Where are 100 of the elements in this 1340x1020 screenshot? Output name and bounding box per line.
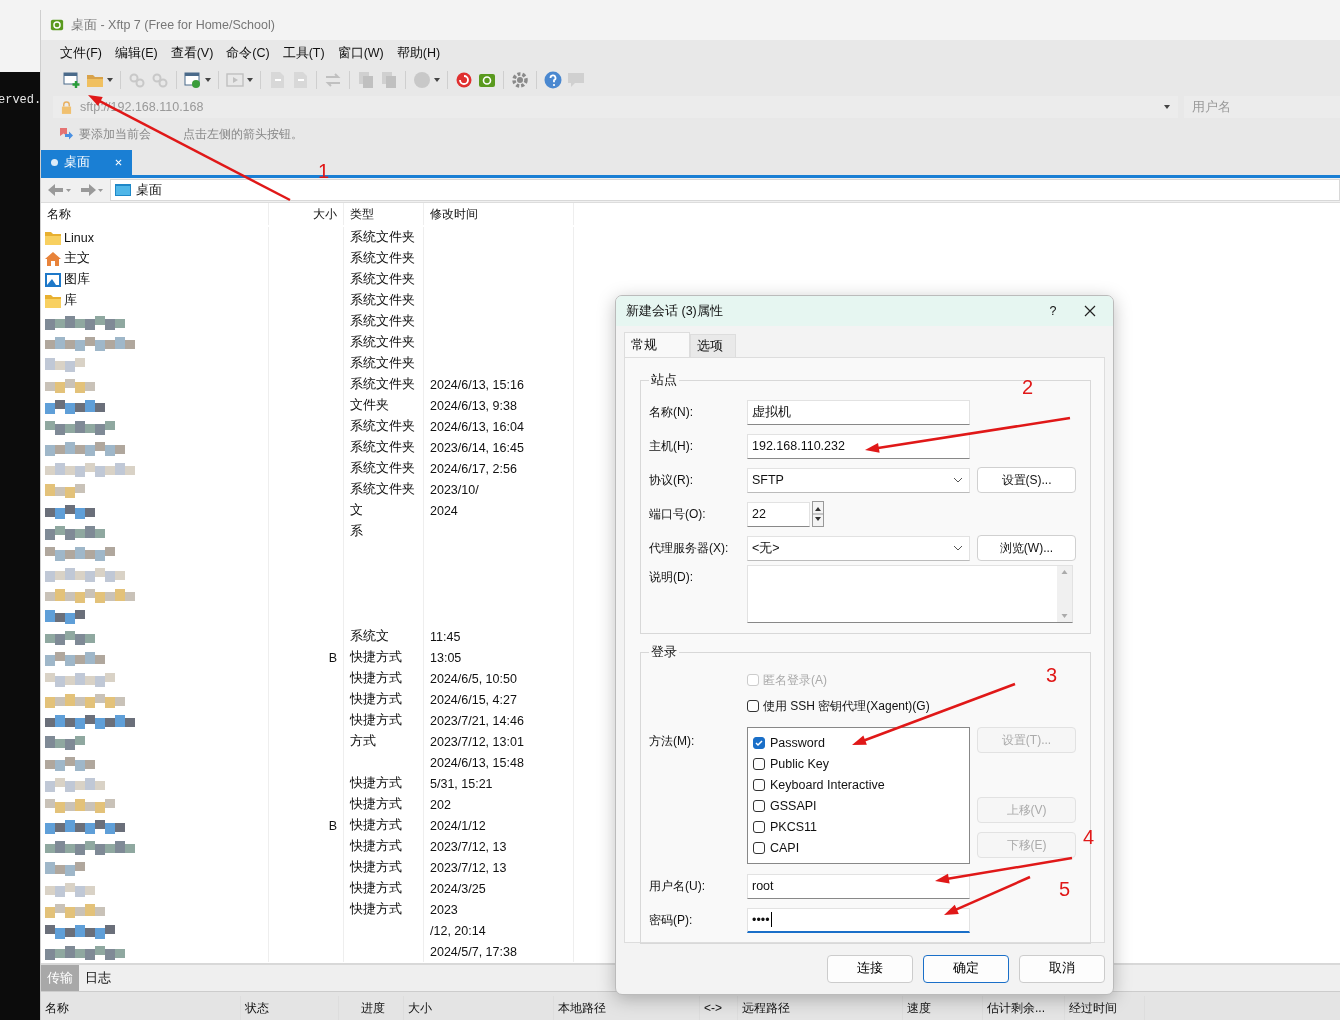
new-session-icon[interactable]: [63, 71, 81, 89]
panel-tab[interactable]: 日志: [79, 965, 117, 991]
field-label: 端口号(O):: [649, 505, 707, 523]
menu-item[interactable]: 命令(C): [226, 44, 270, 62]
checkbox[interactable]: [747, 700, 759, 712]
settings-icon[interactable]: [511, 71, 529, 89]
pixelated-name: [45, 628, 95, 645]
file-type: 快捷方式: [350, 691, 402, 708]
file-type: 系统文件夹: [350, 229, 415, 246]
column-header[interactable]: 类型: [344, 203, 424, 225]
file-type: 系统文件夹: [350, 292, 415, 309]
dialog-button[interactable]: 连接: [827, 954, 913, 983]
column-header[interactable]: <->: [700, 996, 738, 1020]
column-header[interactable]: 修改时间: [424, 203, 574, 225]
file-name: 主文: [64, 250, 90, 267]
description-field[interactable]: [747, 565, 1073, 623]
username-field[interactable]: root: [747, 873, 970, 899]
modified-date: 2023: [430, 902, 458, 917]
menu-item[interactable]: 查看(V): [170, 44, 214, 62]
file-type: 快捷方式: [350, 859, 402, 876]
chevron-icon[interactable]: [953, 477, 963, 483]
session-tab[interactable]: 桌面: [41, 150, 132, 175]
help-icon[interactable]: [544, 71, 562, 89]
column-header[interactable]: 大小: [404, 996, 554, 1020]
forward-icon[interactable]: [78, 183, 104, 197]
port-field[interactable]: 22: [747, 501, 810, 527]
chevron-icon[interactable]: [953, 545, 963, 551]
close-icon[interactable]: [1084, 305, 1096, 317]
caret-icon[interactable]: [107, 78, 113, 82]
caret-icon[interactable]: [205, 78, 211, 82]
file-type: 文件夹: [350, 397, 389, 414]
checkbox[interactable]: [753, 757, 765, 770]
file-type: 快捷方式: [350, 712, 402, 729]
desktop-icon: [115, 183, 131, 197]
column-header[interactable]: 估计剩余...: [983, 996, 1065, 1020]
file-type: 系统文件夹: [350, 271, 415, 288]
checkbox-label: Password: [770, 735, 825, 750]
modified-date: 2024: [430, 503, 458, 518]
help-button[interactable]: ?: [1030, 304, 1076, 318]
modified-date: 13:05: [430, 650, 462, 665]
dialog-button[interactable]: 浏览(W)...: [977, 535, 1076, 561]
menu-item[interactable]: 帮助(H): [396, 44, 441, 62]
column-header[interactable]: 远程路径: [738, 996, 903, 1020]
file-type: 系统文件夹: [350, 460, 415, 477]
column-header[interactable]: 名称: [41, 203, 269, 225]
checkbox-label: 匿名登录(A): [763, 671, 827, 689]
column-header[interactable]: 状态: [241, 996, 339, 1020]
app-icon[interactable]: [478, 71, 496, 89]
pixelated-name: [45, 754, 95, 771]
pixelated-name: [45, 649, 105, 666]
field-label: 名称(N):: [649, 403, 694, 421]
dropdown[interactable]: <无>: [747, 535, 970, 561]
menu-item[interactable]: 窗口(W): [337, 44, 384, 62]
menu-item[interactable]: 文件(F): [60, 44, 102, 62]
column-header[interactable]: 大小: [269, 203, 344, 225]
file-size: B: [328, 650, 337, 665]
caret-icon[interactable]: [1164, 105, 1170, 109]
menu-item[interactable]: 工具(T): [282, 44, 325, 62]
pixelated-name: [45, 859, 85, 876]
column-header[interactable]: 速度: [903, 996, 983, 1020]
column-header[interactable]: 经过时间: [1065, 996, 1145, 1020]
spinner-icon[interactable]: [812, 501, 824, 527]
dialog-tab[interactable]: 常规: [624, 332, 690, 357]
text-field[interactable]: 虚拟机: [747, 399, 970, 425]
column-header[interactable]: 名称: [41, 996, 241, 1020]
swirl-icon[interactable]: [455, 71, 473, 89]
text-field[interactable]: 192.168.110.232: [747, 433, 970, 459]
checkbox[interactable]: [753, 736, 765, 749]
scrollbar[interactable]: [1057, 566, 1072, 622]
file-type: 快捷方式: [350, 817, 402, 834]
caret-icon[interactable]: [434, 78, 440, 82]
dialog-tab[interactable]: 选项: [690, 334, 736, 357]
checkbox[interactable]: [753, 778, 765, 791]
dialog-title: 新建会话 (3)属性: [626, 302, 724, 320]
username-field[interactable]: 用户名: [1184, 96, 1340, 118]
file-type: 快捷方式: [350, 796, 402, 813]
dialog-button[interactable]: 取消: [1019, 954, 1105, 983]
checkbox[interactable]: [753, 820, 765, 833]
modified-date: 2024/6/13, 9:38: [430, 398, 517, 413]
dropdown[interactable]: SFTP: [747, 467, 970, 493]
caret-icon[interactable]: [247, 78, 253, 82]
column-header[interactable]: 进度: [339, 996, 404, 1020]
file-type: 系统文件夹: [350, 439, 415, 456]
menu-item[interactable]: 编辑(E): [114, 44, 158, 62]
pixelated-name: [45, 418, 115, 435]
path-field[interactable]: 桌面: [110, 179, 1340, 201]
password-field[interactable]: ••••: [747, 907, 970, 933]
column-header[interactable]: 本地路径: [554, 996, 700, 1020]
pixelated-name: [45, 502, 95, 519]
checkbox[interactable]: [753, 841, 765, 854]
back-icon[interactable]: [46, 183, 72, 197]
pixelated-name: [45, 355, 85, 372]
file-type: 系统文件夹: [350, 355, 415, 372]
checkbox[interactable]: [753, 799, 765, 812]
window-icon[interactable]: [184, 71, 202, 89]
modified-date: 2023/6/14, 16:45: [430, 440, 524, 455]
annotation-number: 5: [1059, 878, 1071, 900]
dialog-button[interactable]: 设置(S)...: [977, 467, 1076, 493]
modified-date: 2023/10/: [430, 482, 479, 497]
dialog-button[interactable]: 确定: [923, 954, 1009, 983]
